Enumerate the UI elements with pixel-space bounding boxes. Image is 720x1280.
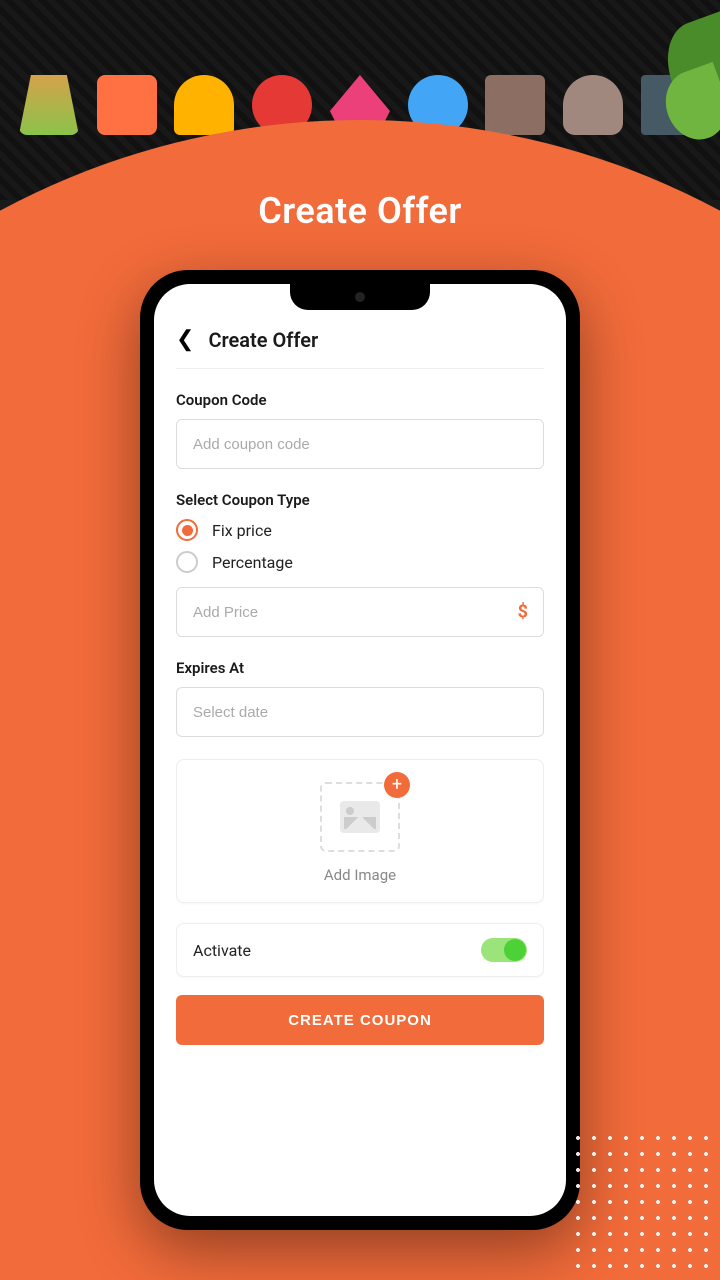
add-image-card[interactable]: + Add Image	[176, 759, 544, 903]
coupon-code-section: Coupon Code	[176, 391, 544, 469]
phone-notch	[290, 284, 430, 310]
phone-frame: ❮ Create Offer Coupon Code Select Coupon…	[140, 270, 580, 1230]
radio-fix-price[interactable]: Fix price	[176, 519, 544, 541]
expires-section: Expires At	[176, 659, 544, 737]
radio-percentage[interactable]: Percentage	[176, 551, 544, 573]
dollar-icon: $	[518, 602, 528, 623]
coupon-type-label: Select Coupon Type	[176, 491, 544, 509]
create-offer-form: Coupon Code Select Coupon Type Fix price…	[176, 369, 544, 1198]
app-header: ❮ Create Offer	[176, 328, 544, 369]
create-coupon-button[interactable]: CREATE COUPON	[176, 995, 544, 1045]
image-placeholder-icon	[340, 801, 380, 833]
radio-label: Percentage	[212, 553, 293, 572]
plus-icon: +	[384, 772, 410, 798]
coupon-type-section: Select Coupon Type Fix price Percentage …	[176, 491, 544, 637]
screen-title: Create Offer	[208, 328, 318, 352]
coupon-code-input[interactable]	[176, 419, 544, 469]
expires-input[interactable]	[176, 687, 544, 737]
back-icon[interactable]: ❮	[176, 329, 194, 351]
price-input[interactable]	[176, 587, 544, 637]
dot-pattern-decoration	[570, 1130, 710, 1270]
expires-label: Expires At	[176, 659, 544, 677]
coupon-code-label: Coupon Code	[176, 391, 544, 409]
radio-icon	[176, 519, 198, 541]
activate-label: Activate	[193, 941, 251, 960]
radio-label: Fix price	[212, 521, 272, 540]
add-image-label: Add Image	[187, 866, 533, 884]
activate-row: Activate	[176, 923, 544, 977]
image-placeholder-box: +	[320, 782, 400, 852]
price-input-wrap: $	[176, 587, 544, 637]
phone-screen: ❮ Create Offer Coupon Code Select Coupon…	[154, 284, 566, 1216]
radio-icon	[176, 551, 198, 573]
hero-title: Create Offer	[0, 190, 720, 232]
activate-toggle[interactable]	[481, 938, 527, 962]
